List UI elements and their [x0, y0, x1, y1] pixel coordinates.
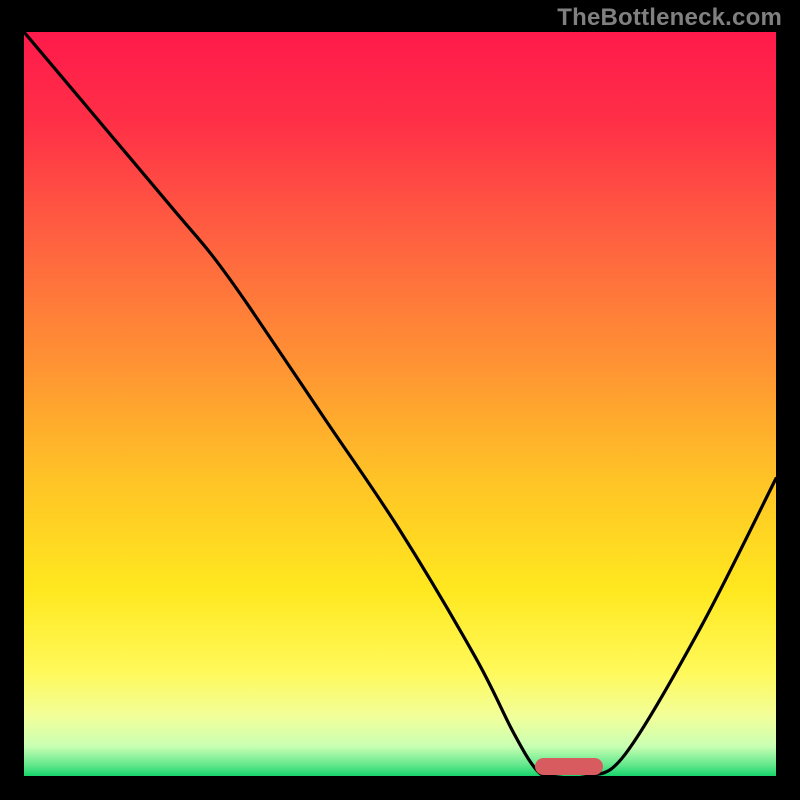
- plot-area: [24, 32, 776, 776]
- bottleneck-curve: [24, 32, 776, 776]
- watermark-text: TheBottleneck.com: [557, 4, 782, 32]
- optimal-range-marker: [535, 758, 603, 775]
- chart-frame: TheBottleneck.com: [0, 0, 800, 800]
